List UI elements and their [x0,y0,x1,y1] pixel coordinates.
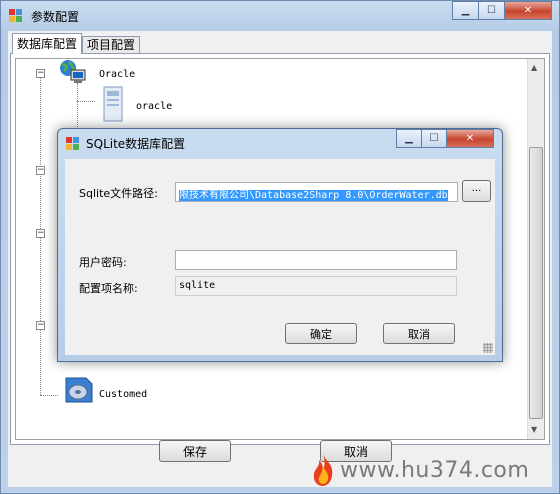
expander-node[interactable]: − [36,321,45,330]
database-icon [62,372,96,406]
dialog-title: SQLite数据库配置 [86,137,186,151]
app-icon [9,9,23,23]
main-window-title: 参数配置 [31,10,80,24]
config-name-input[interactable]: sqlite [175,276,457,296]
tree-node-customed[interactable]: Customed [99,389,147,400]
minimize-icon: ▁ [405,133,413,144]
expander-node[interactable]: − [36,229,45,238]
expander-node[interactable]: − [36,166,45,175]
dialog-maximize-button[interactable]: ☐ [422,129,447,148]
tree-line [77,83,78,129]
password-label: 用户密码: [79,256,127,269]
maximize-button[interactable]: ☐ [479,1,505,20]
close-icon: ✕ [465,133,475,144]
sqlite-config-dialog: SQLite数据库配置 ▁ ☐ ✕ Sqlite文件路径: 限技术有限公司\Da… [57,128,503,362]
minimize-button[interactable]: ▁ [452,1,479,20]
dialog-close-button[interactable]: ✕ [447,129,494,148]
main-title-bar[interactable]: 参数配置 ▁ ☐ ✕ [1,1,559,31]
dialog-cancel-button[interactable]: 取消 [383,323,455,344]
scroll-up-icon[interactable]: ▲ [531,63,537,72]
sqlite-path-value: 限技术有限公司\Database2Sharp 8.0\OrderWater.db [179,190,448,201]
tree-node-oracle[interactable]: Oracle [99,69,135,80]
tree-line [40,395,58,396]
tab-strip: 数据库配置 项目配置 [12,33,141,54]
maximize-icon: ☐ [429,133,439,144]
dialog-app-icon [66,137,80,151]
close-icon: ✕ [523,5,533,16]
flame-logo-icon [308,452,338,488]
watermark: www.hu374.com [308,452,529,488]
dialog-minimize-button[interactable]: ▁ [396,129,422,148]
scroll-down-icon[interactable]: ▼ [531,425,537,434]
expander-oracle[interactable]: − [36,69,45,78]
maximize-icon: ☐ [487,5,496,16]
tab-project-config[interactable]: 项目配置 [82,36,141,54]
config-name-label: 配置项名称: [79,282,138,295]
resize-grip[interactable] [483,343,493,353]
minimize-icon: ▁ [461,5,470,16]
close-button[interactable]: ✕ [505,1,552,20]
scrollbar-thumb[interactable] [529,147,543,419]
tree-node-oracle-child[interactable]: oracle [136,101,172,112]
save-button[interactable]: 保存 [159,440,231,462]
password-input[interactable] [175,250,457,270]
ok-button[interactable]: 确定 [285,323,357,344]
browse-button[interactable]: ... [462,180,491,202]
sqlite-path-input[interactable]: 限技术有限公司\Database2Sharp 8.0\OrderWater.db [175,182,458,202]
dialog-client-area: Sqlite文件路径: 限技术有限公司\Database2Sharp 8.0\O… [65,159,495,355]
sqlite-path-label: Sqlite文件路径: [79,187,158,200]
tree-line [77,101,95,102]
tab-database-config[interactable]: 数据库配置 [12,33,83,54]
server-icon [100,85,128,125]
watermark-text: www.hu374.com [340,457,530,483]
tree-scrollbar[interactable]: ▲ ▼ [527,59,544,439]
globe-computer-icon [58,59,88,85]
